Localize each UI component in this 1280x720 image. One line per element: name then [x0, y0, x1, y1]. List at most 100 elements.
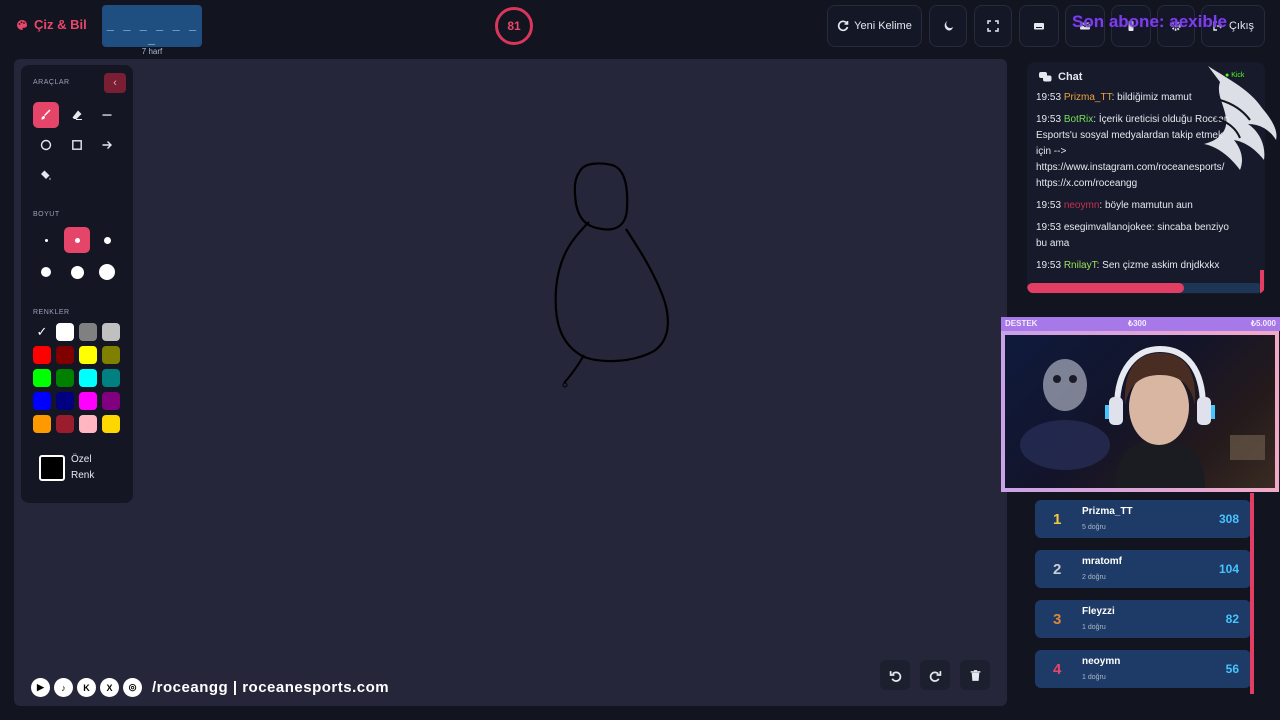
- colors-title: RENKLER: [33, 309, 70, 316]
- color-swatch[interactable]: [102, 392, 120, 410]
- leaderboard-correct-count: 5 doğru: [1082, 524, 1106, 531]
- redo-button[interactable]: [920, 660, 950, 690]
- leaderboard-row: 2 mratomf 2 doğru 104: [1035, 550, 1251, 588]
- chat-message: 19:53 RnilayT: Sen çizme askim dnjdkxkx: [1036, 258, 1234, 274]
- size-dot: [103, 236, 111, 244]
- sketch-drawing: [554, 162, 669, 388]
- color-swatch[interactable]: [79, 392, 97, 410]
- color-swatch[interactable]: [33, 415, 51, 433]
- keyboard-button[interactable]: [1019, 5, 1059, 47]
- color-swatch[interactable]: [102, 369, 120, 387]
- redo-icon: [929, 670, 941, 682]
- custom-color-preview: [39, 455, 65, 481]
- x-icon: X: [100, 678, 119, 697]
- size-md[interactable]: [94, 227, 120, 253]
- size-xs[interactable]: [33, 227, 59, 253]
- drawing-canvas[interactable]: [14, 59, 1007, 706]
- new-word-button[interactable]: Yeni Kelime: [827, 5, 922, 47]
- custom-color-button[interactable]: Özel Renk: [31, 447, 123, 489]
- chat-username[interactable]: Prizma_TT: [1064, 92, 1112, 103]
- color-swatch[interactable]: ✓: [33, 323, 51, 341]
- instagram-icon: ◎: [123, 678, 142, 697]
- chat-title: Chat: [1058, 71, 1083, 83]
- leaderboard-correct-count: 2 doğru: [1082, 574, 1106, 581]
- chat-username[interactable]: esegimvallanojokee: [1064, 222, 1152, 233]
- brush-icon: [41, 109, 51, 120]
- custom-color-label: Özel Renk: [71, 454, 95, 481]
- rectangle-tool[interactable]: [64, 132, 90, 158]
- webcam-scene: [1020, 345, 1265, 488]
- collapse-panel-button[interactable]: ‹: [104, 73, 126, 93]
- arrow-tool[interactable]: [94, 132, 120, 158]
- brush-tool[interactable]: [33, 102, 59, 128]
- color-swatch[interactable]: [33, 369, 51, 387]
- keyboard-icon: [1034, 23, 1044, 30]
- circle-tool[interactable]: [33, 132, 59, 158]
- color-swatch[interactable]: [56, 392, 74, 410]
- leaderboard-name: Prizma_TT: [1082, 506, 1133, 517]
- color-swatch[interactable]: [79, 415, 97, 433]
- eraser-tool[interactable]: [64, 102, 90, 128]
- square-icon: [72, 140, 82, 150]
- refresh-icon: [838, 20, 849, 32]
- size-sm[interactable]: [64, 227, 90, 253]
- color-swatch[interactable]: [56, 323, 74, 341]
- color-swatch[interactable]: [56, 369, 74, 387]
- leaderboard-name: neoymn: [1082, 656, 1121, 667]
- round-timer: 81: [495, 7, 533, 45]
- leaderboard-rank: 2: [1053, 561, 1062, 578]
- tools-panel: ARAÇLAR ‹ BOYUT RENKLER ✓ Özel Renk: [21, 65, 133, 503]
- chat-message: 19:53 neoymn: böyle mamutun aun: [1036, 198, 1234, 214]
- undo-button[interactable]: [880, 660, 910, 690]
- size-dot: [44, 238, 48, 242]
- leaderboard-rank: 1: [1053, 511, 1062, 528]
- size-dot: [70, 265, 84, 279]
- fill-tool[interactable]: [33, 162, 59, 188]
- chat-time: 19:53: [1036, 114, 1062, 125]
- chat-username[interactable]: BotRix: [1064, 114, 1093, 125]
- size-xxl[interactable]: [94, 259, 120, 285]
- app-logo: Çiz & Bil: [16, 17, 87, 32]
- color-swatch[interactable]: [102, 346, 120, 364]
- line-icon: [102, 114, 112, 116]
- theme-toggle-button[interactable]: [929, 5, 967, 47]
- leaderboard-scrollbar[interactable]: [1250, 493, 1254, 694]
- clear-canvas-button[interactable]: [960, 660, 990, 690]
- size-title: BOYUT: [33, 211, 60, 218]
- leaderboard-row: 3 Fleyzzi 1 doğru 82: [1035, 600, 1251, 638]
- donation-max: ₺5.000: [1250, 319, 1276, 328]
- leaderboard: 1 Prizma_TT 5 doğru 308 2 mratomf 2 doğru 104 3 F…: [1035, 493, 1253, 695]
- new-word-label: Yeni Kelime: [854, 20, 912, 32]
- social-links: ▶ ♪ K X ◎ /roceangg | roceanesports.com: [31, 678, 389, 697]
- line-tool[interactable]: [94, 102, 120, 128]
- chat-progress-fill: [1027, 283, 1185, 293]
- color-swatch[interactable]: [33, 392, 51, 410]
- top-bar: Çiz & Bil _ _ _ _ _ _ _ 7 harf 81 Yeni K…: [0, 0, 1280, 56]
- donation-goal-bar: DESTEK ₺300 ₺5.000: [1001, 317, 1280, 331]
- chat-progress-bar: [1027, 283, 1262, 293]
- color-swatch[interactable]: [56, 415, 74, 433]
- subscriber-alert: Son abone: aexible: [1072, 12, 1227, 31]
- size-xl[interactable]: [64, 259, 90, 285]
- color-swatch[interactable]: [79, 369, 97, 387]
- leaderboard-correct-count: 1 doğru: [1082, 674, 1106, 681]
- chat-message: 19:53 esegimvallanojokee: sincaba benziy…: [1036, 220, 1234, 252]
- undo-icon: [889, 670, 901, 682]
- fullscreen-button[interactable]: [974, 5, 1012, 47]
- size-lg[interactable]: [33, 259, 59, 285]
- color-swatch[interactable]: [79, 346, 97, 364]
- color-swatch[interactable]: [56, 346, 74, 364]
- kick-icon: K: [77, 678, 96, 697]
- color-swatch[interactable]: [33, 346, 51, 364]
- chat-text: : Sen çizme askim dnjdkxkx: [1096, 260, 1220, 271]
- chat-username[interactable]: neoymn: [1064, 200, 1100, 211]
- tools-title: ARAÇLAR: [33, 79, 70, 86]
- moon-icon: [944, 21, 953, 31]
- chat-username[interactable]: RnilayT: [1064, 260, 1097, 271]
- color-swatch[interactable]: [102, 323, 120, 341]
- circle-icon: [40, 139, 52, 151]
- chat-scrollbar[interactable]: [1260, 270, 1264, 294]
- color-swatch[interactable]: [102, 415, 120, 433]
- leaderboard-score: 104: [1218, 562, 1239, 576]
- color-swatch[interactable]: [79, 323, 97, 341]
